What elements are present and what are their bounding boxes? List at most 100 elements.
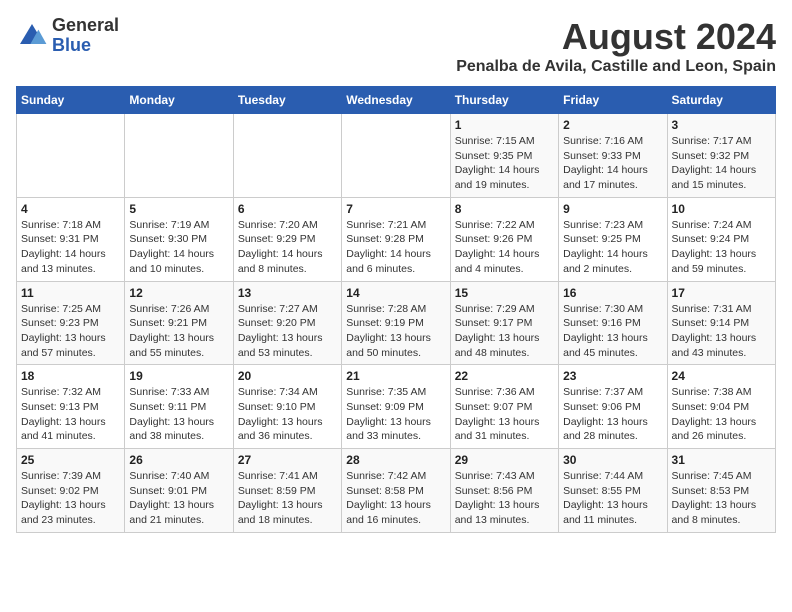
calendar-cell: 3Sunrise: 7:17 AM Sunset: 9:32 PM Daylig…: [667, 114, 775, 198]
calendar-cell: 5 Sunrise: 7:19 AM Sunset: 9:30 PM Daylig…: [125, 197, 233, 281]
day-number: 22: [455, 369, 554, 383]
day-number: 9: [563, 202, 662, 216]
day-detail: Sunrise: 7:20 AM Sunset: 9:29 PM Dayligh…: [238, 218, 337, 277]
day-detail: Sunrise: 7:24 AM Sunset: 9:24 PM Dayligh…: [672, 218, 771, 277]
col-header-monday: Monday: [125, 87, 233, 114]
calendar-cell: 17 Sunrise: 7:31 AM Sunset: 9:14 PM Dayli…: [667, 281, 775, 365]
day-number: 12: [129, 286, 228, 300]
calendar-cell: [17, 114, 125, 198]
calendar-cell: 16 Sunrise: 7:30 AM Sunset: 9:16 PM Dayli…: [559, 281, 667, 365]
calendar-cell: 1 Sunrise: 7:15 AM Sunset: 9:35 PM Daylig…: [450, 114, 558, 198]
day-number: 1: [455, 118, 554, 132]
day-detail: Sunrise: 7:30 AM Sunset: 9:16 PM Dayligh…: [563, 302, 662, 361]
calendar-cell: 31 Sunrise: 7:45 AM Sunset: 8:53 PM Dayli…: [667, 449, 775, 533]
day-detail: Sunrise: 7:29 AM Sunset: 9:17 PM Dayligh…: [455, 302, 554, 361]
calendar-cell: [342, 114, 450, 198]
day-number: 15: [455, 286, 554, 300]
calendar-week-row: 11Sunrise: 7:25 AM Sunset: 9:23 PM Dayli…: [17, 281, 776, 365]
day-number: 21: [346, 369, 445, 383]
day-detail: Sunrise: 7:39 AM Sunset: 9:02 PM Dayligh…: [21, 469, 120, 528]
day-detail: Sunrise: 7:18 AM Sunset: 9:31 PM Dayligh…: [21, 218, 120, 277]
logo-icon: [16, 20, 48, 52]
day-number: 18: [21, 369, 120, 383]
calendar-week-row: 18 Sunrise: 7:32 AM Sunset: 9:13 PM Dayli…: [17, 365, 776, 449]
day-detail: Sunrise: 7:36 AM Sunset: 9:07 PM Dayligh…: [455, 385, 554, 444]
calendar-cell: 22 Sunrise: 7:36 AM Sunset: 9:07 PM Dayli…: [450, 365, 558, 449]
day-number: 23: [563, 369, 662, 383]
day-number: 24: [672, 369, 771, 383]
day-number: 26: [129, 453, 228, 467]
day-number: 14: [346, 286, 445, 300]
day-detail: Sunrise: 7:15 AM Sunset: 9:35 PM Dayligh…: [455, 134, 554, 193]
calendar-cell: [233, 114, 341, 198]
col-header-friday: Friday: [559, 87, 667, 114]
day-number: 19: [129, 369, 228, 383]
day-number: 31: [672, 453, 771, 467]
calendar-table: SundayMondayTuesdayWednesdayThursdayFrid…: [16, 86, 776, 533]
calendar-cell: 24 Sunrise: 7:38 AM Sunset: 9:04 PM Dayli…: [667, 365, 775, 449]
calendar-cell: 25Sunrise: 7:39 AM Sunset: 9:02 PM Dayli…: [17, 449, 125, 533]
day-detail: Sunrise: 7:44 AM Sunset: 8:55 PM Dayligh…: [563, 469, 662, 528]
day-detail: Sunrise: 7:19 AM Sunset: 9:30 PM Dayligh…: [129, 218, 228, 277]
col-header-thursday: Thursday: [450, 87, 558, 114]
day-detail: Sunrise: 7:32 AM Sunset: 9:13 PM Dayligh…: [21, 385, 120, 444]
title-area: August 2024 Penalba de Avila, Castille a…: [456, 16, 776, 76]
calendar-cell: 9 Sunrise: 7:23 AM Sunset: 9:25 PM Daylig…: [559, 197, 667, 281]
calendar-cell: 28 Sunrise: 7:42 AM Sunset: 8:58 PM Dayli…: [342, 449, 450, 533]
calendar-cell: 29Sunrise: 7:43 AM Sunset: 8:56 PM Dayli…: [450, 449, 558, 533]
day-number: 2: [563, 118, 662, 132]
logo-text: General Blue: [52, 16, 119, 56]
day-number: 16: [563, 286, 662, 300]
calendar-cell: 27 Sunrise: 7:41 AM Sunset: 8:59 PM Dayli…: [233, 449, 341, 533]
day-detail: Sunrise: 7:26 AM Sunset: 9:21 PM Dayligh…: [129, 302, 228, 361]
day-detail: Sunrise: 7:25 AM Sunset: 9:23 PM Dayligh…: [21, 302, 120, 361]
col-header-wednesday: Wednesday: [342, 87, 450, 114]
logo-line1: General: [52, 16, 119, 36]
calendar-cell: 13 Sunrise: 7:27 AM Sunset: 9:20 PM Dayli…: [233, 281, 341, 365]
calendar-header-row: SundayMondayTuesdayWednesdayThursdayFrid…: [17, 87, 776, 114]
day-number: 10: [672, 202, 771, 216]
day-detail: Sunrise: 7:41 AM Sunset: 8:59 PM Dayligh…: [238, 469, 337, 528]
calendar-cell: 19Sunrise: 7:33 AM Sunset: 9:11 PM Dayli…: [125, 365, 233, 449]
day-number: 28: [346, 453, 445, 467]
calendar-cell: 10 Sunrise: 7:24 AM Sunset: 9:24 PM Dayli…: [667, 197, 775, 281]
day-detail: Sunrise: 7:35 AM Sunset: 9:09 PM Dayligh…: [346, 385, 445, 444]
day-detail: Sunrise: 7:45 AM Sunset: 8:53 PM Dayligh…: [672, 469, 771, 528]
day-number: 20: [238, 369, 337, 383]
calendar-cell: 21 Sunrise: 7:35 AM Sunset: 9:09 PM Dayli…: [342, 365, 450, 449]
calendar-cell: 14 Sunrise: 7:28 AM Sunset: 9:19 PM Dayli…: [342, 281, 450, 365]
day-detail: Sunrise: 7:40 AM Sunset: 9:01 PM Dayligh…: [129, 469, 228, 528]
day-detail: Sunrise: 7:42 AM Sunset: 8:58 PM Dayligh…: [346, 469, 445, 528]
day-detail: Sunrise: 7:28 AM Sunset: 9:19 PM Dayligh…: [346, 302, 445, 361]
logo: General Blue: [16, 16, 119, 56]
calendar-cell: 23 Sunrise: 7:37 AM Sunset: 9:06 PM Dayli…: [559, 365, 667, 449]
calendar-cell: 20 Sunrise: 7:34 AM Sunset: 9:10 PM Dayli…: [233, 365, 341, 449]
col-header-saturday: Saturday: [667, 87, 775, 114]
day-number: 4: [21, 202, 120, 216]
day-detail: Sunrise: 7:16 AM Sunset: 9:33 PM Dayligh…: [563, 134, 662, 193]
calendar-cell: 2 Sunrise: 7:16 AM Sunset: 9:33 PM Daylig…: [559, 114, 667, 198]
day-number: 7: [346, 202, 445, 216]
day-number: 5: [129, 202, 228, 216]
day-number: 6: [238, 202, 337, 216]
day-detail: Sunrise: 7:37 AM Sunset: 9:06 PM Dayligh…: [563, 385, 662, 444]
calendar-cell: 8Sunrise: 7:22 AM Sunset: 9:26 PM Daylig…: [450, 197, 558, 281]
calendar-cell: 12 Sunrise: 7:26 AM Sunset: 9:21 PM Dayli…: [125, 281, 233, 365]
day-detail: Sunrise: 7:38 AM Sunset: 9:04 PM Dayligh…: [672, 385, 771, 444]
day-number: 17: [672, 286, 771, 300]
calendar-cell: 30Sunrise: 7:44 AM Sunset: 8:55 PM Dayli…: [559, 449, 667, 533]
main-title: August 2024: [456, 16, 776, 58]
calendar-cell: 6 Sunrise: 7:20 AM Sunset: 9:29 PM Daylig…: [233, 197, 341, 281]
day-detail: Sunrise: 7:27 AM Sunset: 9:20 PM Dayligh…: [238, 302, 337, 361]
day-detail: Sunrise: 7:23 AM Sunset: 9:25 PM Dayligh…: [563, 218, 662, 277]
day-number: 29: [455, 453, 554, 467]
day-number: 8: [455, 202, 554, 216]
calendar-week-row: 25Sunrise: 7:39 AM Sunset: 9:02 PM Dayli…: [17, 449, 776, 533]
day-number: 27: [238, 453, 337, 467]
day-detail: Sunrise: 7:31 AM Sunset: 9:14 PM Dayligh…: [672, 302, 771, 361]
day-number: 3: [672, 118, 771, 132]
calendar-cell: 11Sunrise: 7:25 AM Sunset: 9:23 PM Dayli…: [17, 281, 125, 365]
calendar-week-row: 1 Sunrise: 7:15 AM Sunset: 9:35 PM Daylig…: [17, 114, 776, 198]
day-number: 13: [238, 286, 337, 300]
day-detail: Sunrise: 7:34 AM Sunset: 9:10 PM Dayligh…: [238, 385, 337, 444]
